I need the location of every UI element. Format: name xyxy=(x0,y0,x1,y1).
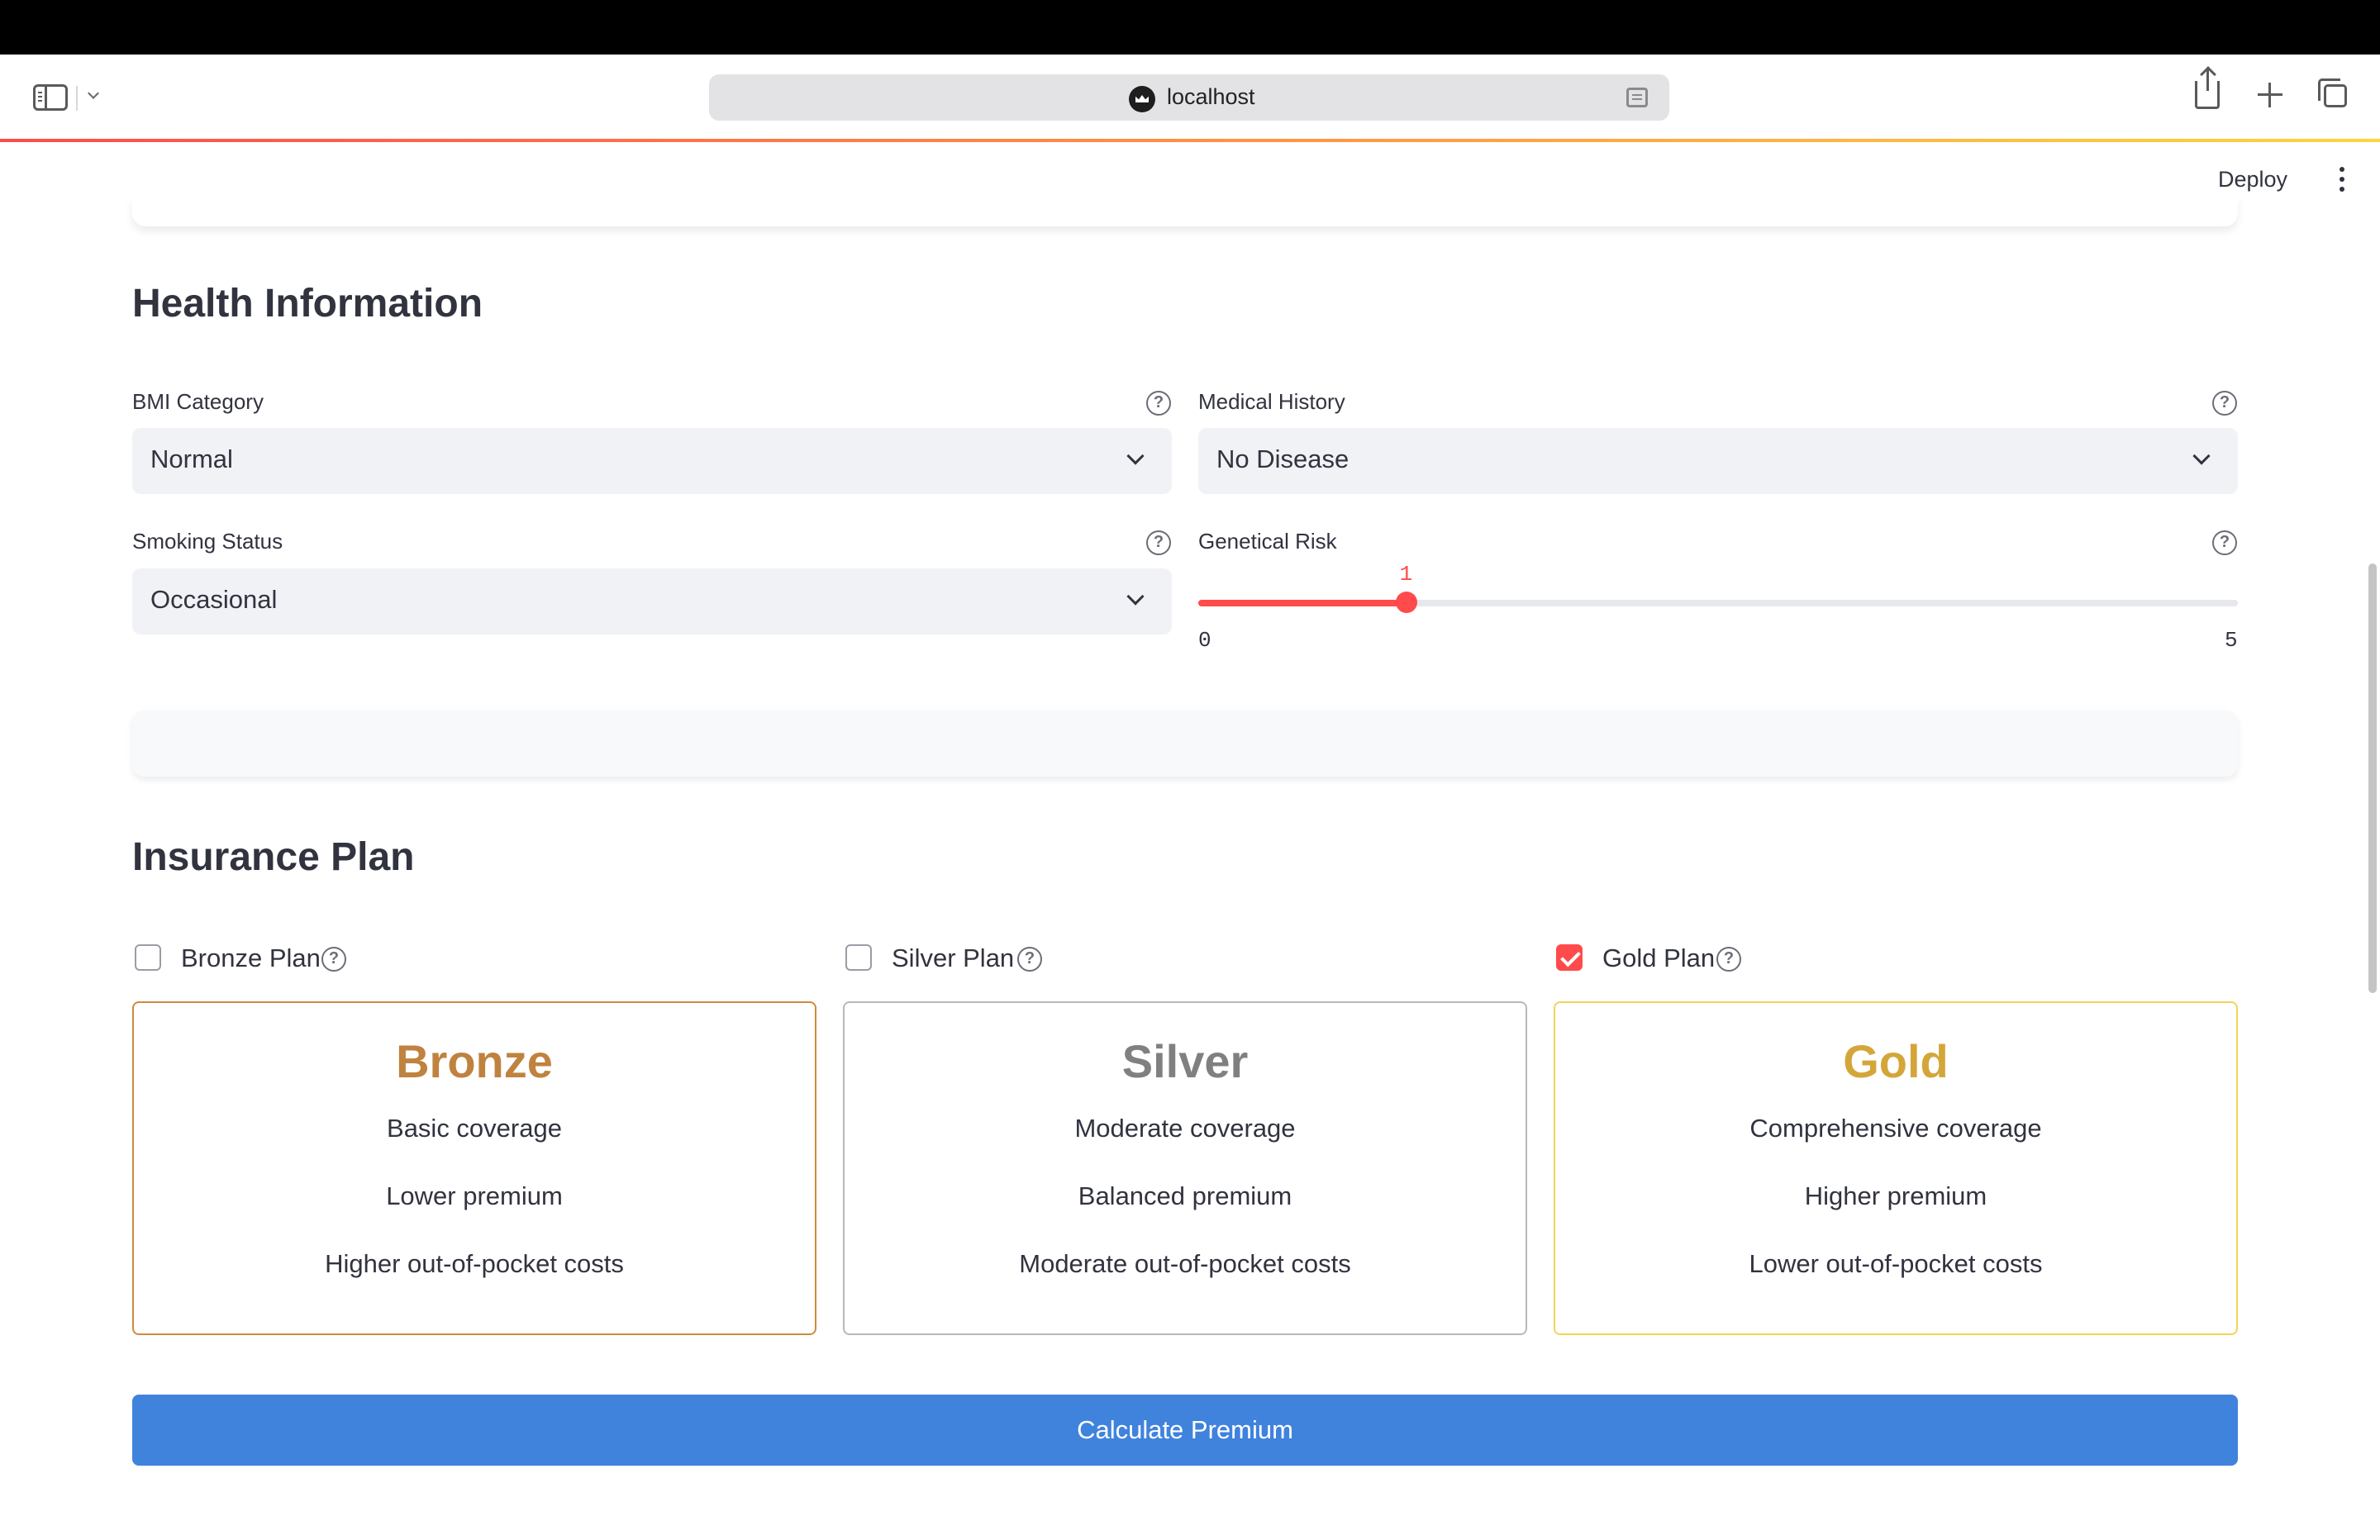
silver-plan-card: Silver Moderate coverage Balanced premiu… xyxy=(843,1001,1527,1335)
plan-coverage: Moderate coverage xyxy=(1074,1114,1296,1143)
chevron-down-icon xyxy=(1126,447,1145,465)
bmi-select-value: Normal xyxy=(150,444,233,473)
slider-fill xyxy=(1198,600,1407,606)
page-scrollbar[interactable] xyxy=(2368,563,2377,993)
plan-costs: Moderate out-of-pocket costs xyxy=(1019,1249,1351,1278)
slider-thumb[interactable] xyxy=(1395,592,1417,613)
main-menu-icon[interactable] xyxy=(2337,167,2347,195)
help-icon[interactable]: ? xyxy=(321,947,346,972)
slider-min-label: 0 xyxy=(1198,628,1211,653)
silver-plan-label[interactable]: Silver Plan xyxy=(892,943,1014,973)
bmi-label: BMI Category xyxy=(132,389,264,414)
plan-premium: Balanced premium xyxy=(1078,1181,1292,1210)
gold-plan-card: Gold Comprehensive coverage Higher premi… xyxy=(1554,1001,2238,1335)
smoking-select-value: Occasional xyxy=(150,585,278,614)
gold-plan-label[interactable]: Gold Plan xyxy=(1602,943,1715,973)
help-icon[interactable]: ? xyxy=(2212,530,2237,555)
bronze-plan-label[interactable]: Bronze Plan xyxy=(181,943,321,973)
previous-section-container xyxy=(132,197,2238,226)
sidebar-toggle-icon[interactable] xyxy=(33,84,68,111)
medical-history-label: Medical History xyxy=(1198,389,1345,414)
plan-premium: Lower premium xyxy=(386,1181,563,1210)
plan-name: Bronze xyxy=(396,1035,553,1087)
chevron-down-icon[interactable] xyxy=(88,88,99,99)
system-menu-bar xyxy=(0,0,2380,55)
plan-coverage: Basic coverage xyxy=(387,1114,562,1143)
site-icon xyxy=(1129,86,1155,112)
slider-max-label: 5 xyxy=(2225,628,2238,653)
toolbar-divider xyxy=(76,86,78,111)
address-bar[interactable]: localhost xyxy=(709,74,1669,121)
smoking-select[interactable]: Occasional xyxy=(132,568,1172,635)
share-icon[interactable] xyxy=(2195,69,2220,109)
new-tab-icon[interactable] xyxy=(2258,83,2282,107)
url-text: localhost xyxy=(1167,84,1255,109)
gold-plan-checkbox[interactable] xyxy=(1556,944,1583,971)
silver-plan-checkbox[interactable] xyxy=(845,944,872,971)
help-icon[interactable]: ? xyxy=(1716,947,1741,972)
plan-coverage: Comprehensive coverage xyxy=(1749,1114,2042,1143)
plan-name: Gold xyxy=(1843,1035,1949,1087)
help-icon[interactable]: ? xyxy=(1017,947,1042,972)
chevron-down-icon xyxy=(1126,587,1145,606)
help-icon[interactable]: ? xyxy=(1146,530,1171,555)
reader-icon[interactable] xyxy=(1626,88,1648,107)
insurance-section-title: Insurance Plan xyxy=(132,835,415,879)
smoking-label: Smoking Status xyxy=(132,529,283,554)
plan-costs: Lower out-of-pocket costs xyxy=(1749,1249,2043,1278)
plan-name: Silver xyxy=(1121,1035,1249,1087)
help-icon[interactable]: ? xyxy=(1146,391,1171,416)
plan-costs: Higher out-of-pocket costs xyxy=(325,1249,624,1278)
plan-premium: Higher premium xyxy=(1804,1181,1987,1210)
genetical-risk-slider-track[interactable] xyxy=(1198,600,2238,606)
help-icon[interactable]: ? xyxy=(2212,391,2237,416)
deploy-button[interactable]: Deploy xyxy=(2211,164,2294,196)
bronze-plan-card: Bronze Basic coverage Lower premium High… xyxy=(132,1001,816,1335)
bronze-plan-checkbox[interactable] xyxy=(135,944,161,971)
slider-current-value: 1 xyxy=(1399,562,1413,587)
health-section-title: Health Information xyxy=(132,282,483,326)
section-container xyxy=(132,711,2238,777)
genetical-risk-label: Genetical Risk xyxy=(1198,529,1337,554)
browser-toolbar: localhost xyxy=(0,55,2380,140)
medical-history-select-value: No Disease xyxy=(1216,444,1349,473)
medical-history-select[interactable]: No Disease xyxy=(1198,428,2238,494)
tab-overview-icon[interactable] xyxy=(2318,78,2347,107)
calculate-premium-button[interactable]: Calculate Premium xyxy=(132,1395,2238,1466)
bmi-select[interactable]: Normal xyxy=(132,428,1172,494)
chevron-down-icon xyxy=(2192,447,2211,465)
